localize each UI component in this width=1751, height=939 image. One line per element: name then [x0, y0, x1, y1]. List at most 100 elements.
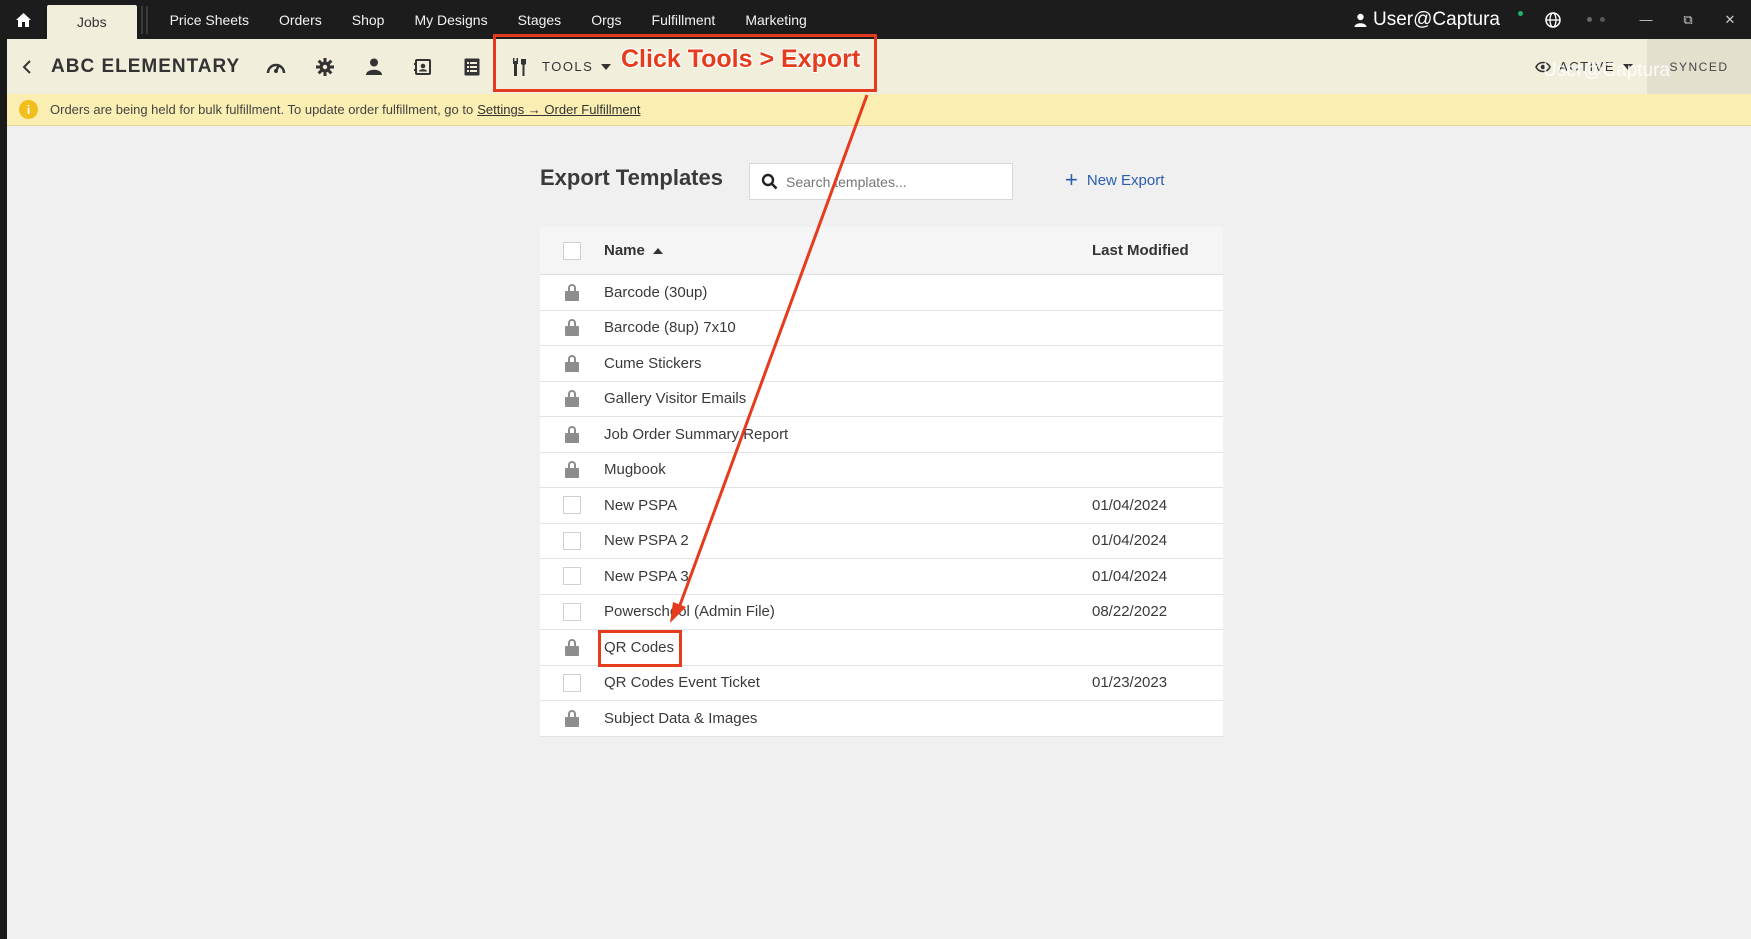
template-name[interactable]: Cume Stickers: [604, 355, 1092, 372]
close-icon[interactable]: ✕: [1709, 12, 1751, 28]
online-status-dot: [1518, 11, 1523, 16]
orders-button[interactable]: [447, 58, 496, 76]
plus-icon: +: [1065, 167, 1078, 192]
name-column-header[interactable]: Name: [604, 242, 1092, 259]
lock-cell: [540, 390, 604, 408]
photos-button[interactable]: [398, 58, 447, 76]
table-row[interactable]: QR Codes Event Ticket 01/23/2023: [540, 666, 1223, 701]
template-name[interactable]: Powerschool (Admin File): [604, 603, 1092, 620]
row-checkbox[interactable]: [563, 531, 581, 550]
checkbox-cell: [540, 602, 604, 621]
lock-cell: [540, 425, 604, 443]
info-icon: i: [19, 100, 38, 119]
table-row[interactable]: Gallery Visitor Emails: [540, 382, 1223, 417]
table-body: Barcode (30up) Barcode (8up) 7x10 Cume Sti…: [540, 275, 1223, 737]
window-left-edge: [0, 39, 7, 939]
new-export-button[interactable]: + New Export: [1065, 167, 1165, 192]
table-row[interactable]: Barcode (30up): [540, 275, 1223, 311]
lock-icon: [565, 283, 579, 301]
tab-shop[interactable]: Shop: [337, 0, 400, 39]
lock-icon: [565, 638, 579, 656]
row-checkbox[interactable]: [563, 567, 581, 586]
table-row[interactable]: New PSPA 01/04/2024: [540, 488, 1223, 524]
lock-cell: [540, 354, 604, 372]
row-checkbox[interactable]: [563, 496, 581, 515]
table-row[interactable]: Subject Data & Images: [540, 701, 1223, 737]
notification-dot: [1587, 17, 1592, 22]
template-name[interactable]: Gallery Visitor Emails: [604, 390, 1092, 407]
tab-price-sheets[interactable]: Price Sheets: [155, 0, 264, 39]
row-checkbox[interactable]: [563, 673, 581, 692]
table-row[interactable]: New PSPA 3 01/04/2024: [540, 559, 1223, 595]
page-title: Export Templates: [540, 165, 723, 190]
globe-icon[interactable]: [1545, 11, 1561, 28]
lock-icon: [565, 461, 579, 479]
minimize-icon[interactable]: —: [1625, 12, 1667, 27]
template-name[interactable]: Barcode (30up): [604, 284, 1092, 301]
highlight-box: [598, 630, 682, 667]
list-document-icon: [464, 58, 479, 75]
lock-icon: [565, 354, 579, 372]
lock-cell: [540, 638, 604, 656]
checkbox-cell: [540, 567, 604, 586]
search-icon: [761, 173, 778, 190]
last-modified-date: 01/04/2024: [1092, 532, 1168, 550]
dashboard-icon: [266, 63, 285, 73]
lock-cell: [540, 709, 604, 727]
search-input[interactable]: [786, 173, 1006, 190]
restore-icon[interactable]: ⧉: [1667, 12, 1709, 28]
last-modified-date: 01/23/2023: [1092, 674, 1168, 692]
table-row[interactable]: New PSPA 2 01/04/2024: [540, 524, 1223, 559]
row-checkbox[interactable]: [563, 602, 581, 621]
tab-jobs[interactable]: Jobs: [47, 5, 137, 39]
template-name[interactable]: New PSPA: [604, 497, 1092, 514]
lock-icon: [565, 390, 579, 408]
template-name[interactable]: QR Codes Event Ticket: [604, 674, 1092, 691]
back-button[interactable]: [13, 59, 41, 75]
fulfillment-banner: i Orders are being held for bulk fulfill…: [7, 94, 1751, 126]
table-row[interactable]: Job Order Summary Report: [540, 417, 1223, 453]
chevron-left-icon: [22, 59, 31, 74]
lock-cell: [540, 283, 604, 301]
dashboard-button[interactable]: [251, 58, 300, 76]
table-header: Name Last Modified: [540, 227, 1223, 275]
table-row[interactable]: Cume Stickers: [540, 346, 1223, 382]
indicator-dot: [1600, 17, 1605, 22]
contact-card-icon: [413, 58, 431, 75]
settings-button[interactable]: [300, 57, 349, 76]
select-all-checkbox[interactable]: [563, 241, 581, 260]
table-row[interactable]: Mugbook: [540, 453, 1223, 488]
template-name[interactable]: New PSPA 2: [604, 532, 1092, 549]
lock-icon: [565, 425, 579, 443]
select-all-cell: [540, 241, 604, 260]
home-button[interactable]: [0, 0, 47, 39]
last-modified-date: 01/04/2024: [1092, 496, 1168, 514]
topbar-right: User@Captura — ⧉ ✕: [1354, 0, 1751, 39]
lock-cell: [540, 319, 604, 337]
user-menu[interactable]: User@Captura: [1373, 9, 1500, 31]
table-row[interactable]: Powerschool (Admin File) 08/22/2022: [540, 595, 1223, 630]
table-row[interactable]: Barcode (8up) 7x10: [540, 311, 1223, 346]
home-icon: [16, 12, 31, 27]
subjects-button[interactable]: [349, 58, 398, 75]
checkbox-cell: [540, 496, 604, 515]
user-icon: [1354, 13, 1367, 27]
last-modified-date: 01/04/2024: [1092, 567, 1168, 585]
lock-icon: [565, 319, 579, 337]
gear-icon: [315, 57, 334, 76]
template-name[interactable]: Barcode (8up) 7x10: [604, 319, 1092, 336]
tab-my-designs[interactable]: My Designs: [399, 0, 502, 39]
order-fulfillment-link[interactable]: Settings → Order Fulfillment: [477, 102, 640, 117]
template-name[interactable]: Mugbook: [604, 461, 1092, 478]
template-name[interactable]: Job Order Summary Report: [604, 426, 1092, 443]
watermark-text: User@Captura: [1543, 60, 1670, 81]
template-name[interactable]: Subject Data & Images: [604, 710, 1092, 727]
tab-orders[interactable]: Orders: [264, 0, 337, 39]
lock-icon: [565, 709, 579, 727]
job-toolbar: ABC ELEMENTARY TOOLS: [7, 39, 1751, 94]
search-box[interactable]: [749, 163, 1013, 200]
last-modified-column-header[interactable]: Last Modified: [1092, 242, 1223, 259]
template-name[interactable]: New PSPA 3: [604, 568, 1092, 585]
new-export-label: New Export: [1086, 171, 1165, 189]
tab-separator: [140, 6, 151, 39]
